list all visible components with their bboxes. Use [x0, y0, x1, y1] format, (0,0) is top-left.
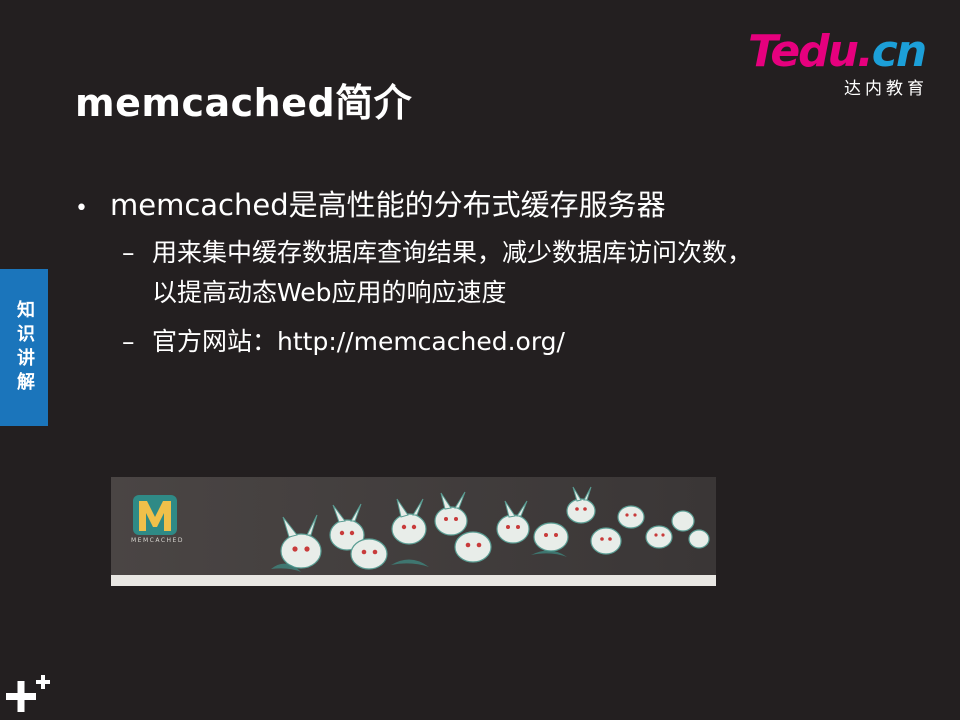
bullet-main: • memcached是高性能的分布式缓存服务器: [75, 182, 666, 224]
logo-wordmark-dot: .: [857, 26, 874, 77]
sub-bullet-website: – 官方网站：http://memcached.org/: [122, 322, 565, 362]
bullet-main-text: memcached是高性能的分布式缓存服务器: [110, 188, 666, 222]
logo-wordmark: Tedu.cn: [748, 26, 927, 77]
logo-wordmark-cn: cn: [871, 26, 927, 77]
banner-artwork: [111, 477, 716, 586]
slide: memcached简介 Tedu.cn 达内教育 知识讲解 • memcache…: [0, 0, 960, 720]
memcached-m-logo-icon: [133, 495, 177, 535]
bullet-dot-icon: •: [75, 196, 88, 221]
sub-bullet-cache-line2: 以提高动态Web应用的响应速度: [152, 278, 507, 307]
plus-plus-icon: [6, 675, 50, 712]
logo-subtitle: 达内教育: [844, 79, 928, 99]
slide-title: memcached简介: [75, 81, 413, 125]
sub-bullet-website-text[interactable]: 官方网站：http://memcached.org/: [152, 322, 565, 362]
side-tab: 知识讲解: [0, 269, 48, 426]
side-tab-label: 知识讲解: [14, 299, 35, 396]
logo-wordmark-t: T: [748, 26, 772, 77]
tedu-logo: Tedu.cn 达内教育: [748, 26, 930, 100]
dash-icon: –: [122, 238, 135, 267]
logo-wordmark-edu: edu: [770, 26, 859, 77]
sub-bullet-cache-line1: 用来集中缓存数据库查询结果，减少数据库访问次数，: [152, 238, 753, 267]
sub-bullet-cache: – 用来集中缓存数据库查询结果，减少数据库访问次数， 以提高动态Web应用的响应…: [122, 233, 752, 313]
memcached-banner-image: MEMCACHED: [111, 477, 716, 586]
banner-logo-text: MEMCACHED: [131, 537, 184, 544]
dash-icon: –: [122, 327, 135, 356]
